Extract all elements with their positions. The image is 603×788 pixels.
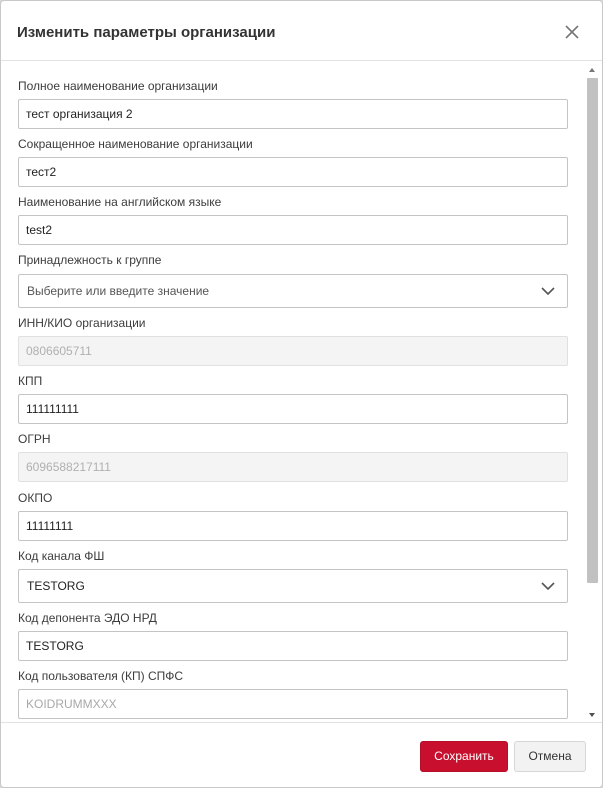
group-label: Принадлежность к группе xyxy=(18,253,162,267)
scroll-down-arrow-icon[interactable] xyxy=(589,713,595,717)
edo-depositor-label: Код депонента ЭДО НРД xyxy=(18,611,157,625)
dialog-footer: Сохранить Отмена xyxy=(1,722,602,787)
english-name-label: Наименование на английском языке xyxy=(18,195,222,209)
dialog-body: Полное наименование организации тест орг… xyxy=(1,62,602,722)
ogrn-input: 6096588217111 xyxy=(18,452,568,482)
chevron-down-icon xyxy=(541,582,555,591)
inn-label: ИНН/КИО организации xyxy=(18,316,146,330)
kpp-input[interactable]: 111111111 xyxy=(18,394,568,424)
ogrn-label: ОГРН xyxy=(18,432,51,446)
dialog-title: Изменить параметры организации xyxy=(17,24,276,41)
dialog-header: Изменить параметры организации xyxy=(1,1,602,61)
fsh-channel-value: TESTORG xyxy=(27,579,85,593)
okpo-input[interactable]: 11111111 xyxy=(18,511,568,541)
scroll-up-arrow-icon[interactable] xyxy=(589,68,595,72)
group-select[interactable]: Выберите или введите значение xyxy=(18,274,568,308)
chevron-down-icon xyxy=(541,287,555,296)
spfs-user-input[interactable]: KOIDRUMMXXX xyxy=(18,689,568,719)
group-select-placeholder: Выберите или введите значение xyxy=(27,284,210,298)
spfs-user-label: Код пользователя (КП) СПФС xyxy=(18,669,184,683)
close-icon[interactable] xyxy=(563,23,581,41)
inn-input: 0806605711 xyxy=(18,336,568,366)
short-name-label: Сокращенное наименование организации xyxy=(18,137,253,151)
fsh-channel-select[interactable]: TESTORG xyxy=(18,569,568,603)
save-button[interactable]: Сохранить xyxy=(420,741,508,772)
cancel-button[interactable]: Отмена xyxy=(514,741,586,772)
scrollbar[interactable] xyxy=(585,62,599,722)
english-name-input[interactable]: test2 xyxy=(18,215,568,245)
edo-depositor-input[interactable]: TESTORG xyxy=(18,631,568,661)
okpo-label: ОКПО xyxy=(18,491,53,505)
fsh-channel-label: Код канала ФШ xyxy=(18,549,105,563)
edit-organization-dialog: Изменить параметры организации Полное на… xyxy=(0,0,603,788)
scroll-thumb[interactable] xyxy=(587,78,598,583)
full-name-input[interactable]: тест организация 2 xyxy=(18,99,568,129)
short-name-input[interactable]: тест2 xyxy=(18,157,568,187)
kpp-label: КПП xyxy=(18,374,43,388)
full-name-label: Полное наименование организации xyxy=(18,79,218,93)
